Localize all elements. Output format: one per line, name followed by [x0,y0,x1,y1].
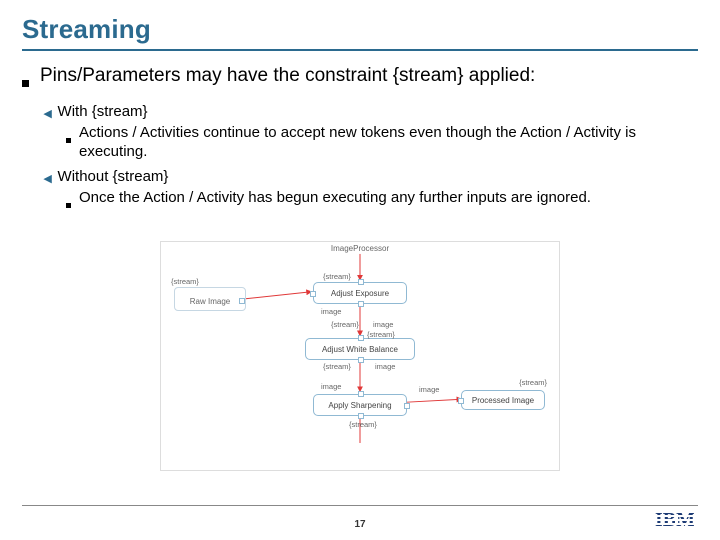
stream-label: {stream} [349,420,377,429]
pin-icon [358,301,364,307]
bullet-lvl1: Pins/Parameters may have the constraint … [22,65,698,93]
bullet-lvl2: ◂ Without {stream} [44,168,698,187]
square-bullet-icon [66,195,73,214]
activity-adjust-exposure: Adjust Exposure [313,282,407,304]
raw-image-label: Raw Image [179,292,241,310]
ibm-logo-icon: I B M [655,509,694,532]
lvl2-text: With {stream} [58,103,148,122]
image-label: image [373,320,393,329]
pin-icon [310,291,316,297]
pin-icon [358,279,364,285]
footer: I B M [0,509,720,532]
slide: Streaming Pins/Parameters may have the c… [0,0,720,540]
arrow-bullet-icon: ◂ [44,104,52,122]
lvl1-text: Pins/Parameters may have the constraint … [40,65,535,93]
stream-label: {stream} [519,378,547,387]
pin-icon [458,398,464,404]
bullet-lvl2: ◂ With {stream} [44,103,698,122]
stream-label: {stream} [323,362,351,371]
footer-rule [22,505,698,506]
activity-label: Adjust Exposure [331,289,389,298]
pin-icon [358,335,364,341]
slide-title: Streaming [22,14,698,45]
processed-image-node: Processed Image [461,390,545,410]
logo-letter: M [676,509,694,532]
stream-label: {stream} [367,330,395,339]
diagram: ImageProcessor Raw Image {stream} Adjust… [160,241,560,471]
logo-letter: B [663,509,675,532]
image-label: image [321,307,341,316]
square-bullet-icon [22,71,32,93]
stream-label: {stream} [171,277,199,286]
pin-icon [404,403,410,409]
raw-image-text: Raw Image [190,297,230,306]
arrow-bullet-icon: ◂ [44,169,52,187]
activity-label: Apply Sharpening [328,401,391,410]
square-bullet-icon [66,130,73,162]
activity-adjust-white-balance: Adjust White Balance [305,338,415,360]
lvl3-text: Once the Action / Activity has begun exe… [79,189,591,214]
activity-label: Adjust White Balance [322,345,398,354]
processed-image-text: Processed Image [472,396,534,405]
pin-icon [358,357,364,363]
stream-label: {stream} [331,320,359,329]
stream-label: {stream} [323,272,351,281]
logo-letter: I [655,509,662,532]
image-label: image [419,385,439,394]
lvl3-text: Actions / Activities continue to accept … [79,124,698,162]
image-label: image [321,382,341,391]
pin-icon [239,298,245,304]
pin-icon [358,413,364,419]
bullet-lvl3: Once the Action / Activity has begun exe… [66,189,698,214]
image-label: image [375,362,395,371]
lvl2-text: Without {stream} [58,168,169,187]
activity-apply-sharpening: Apply Sharpening [313,394,407,416]
pin-icon [358,391,364,397]
bullet-lvl3: Actions / Activities continue to accept … [66,124,698,162]
title-underline [22,49,698,51]
